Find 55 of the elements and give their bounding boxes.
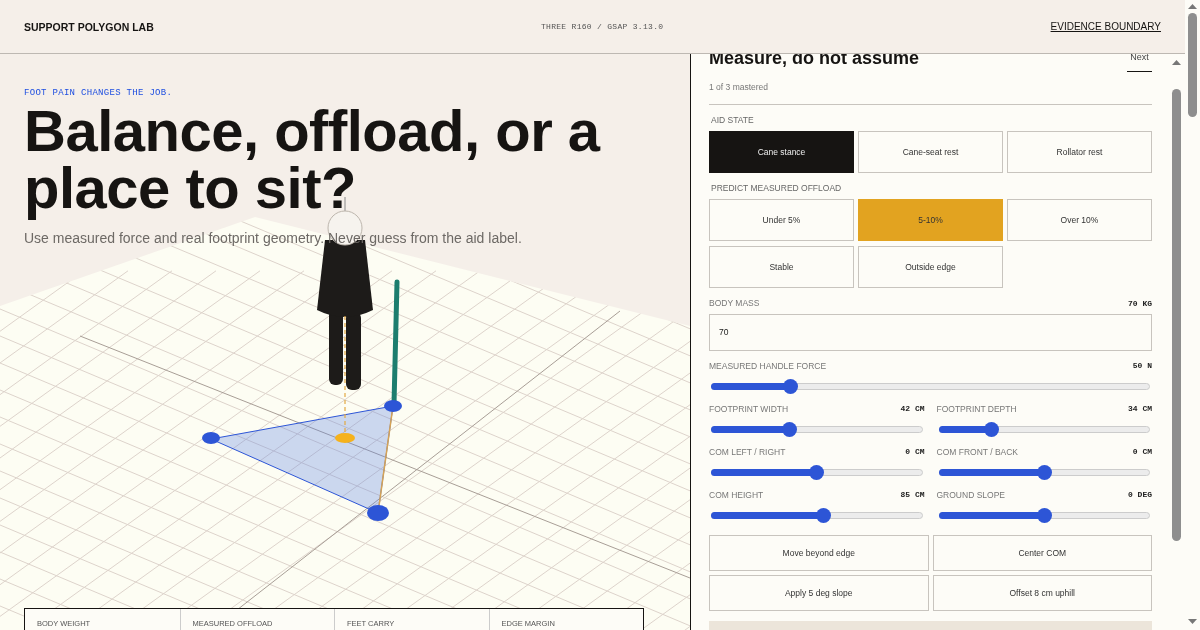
- next-button[interactable]: Next: [1127, 52, 1152, 72]
- slider-reading: 42 CM: [900, 404, 925, 414]
- slider-label: MEASURED HANDLE FORCE: [709, 360, 827, 371]
- field-label: BODY MASS: [709, 298, 760, 308]
- slider-label: COM FRONT / BACK: [936, 446, 1019, 457]
- option-button[interactable]: Cane stance: [709, 131, 854, 173]
- slider-reading: 0 CM: [1132, 447, 1152, 457]
- center-of-mass-marker: [335, 433, 355, 443]
- field-reading: 70 KG: [1128, 298, 1152, 308]
- action-button[interactable]: Center COM: [932, 534, 1152, 571]
- slider-thumb[interactable]: [783, 378, 799, 394]
- slider-reading: 0 DEG: [1128, 490, 1152, 500]
- option-button[interactable]: Under 5%: [709, 199, 854, 241]
- slider-label: FOOTPRINT WIDTH: [709, 403, 789, 414]
- slider-label: COM LEFT / RIGHT: [709, 446, 786, 457]
- slider-thumb[interactable]: [815, 507, 831, 523]
- slider-reading: 34 CM: [1128, 404, 1152, 414]
- slider-thumb[interactable]: [984, 421, 1000, 437]
- brand-name: SUPPORT POLYGON LAB: [24, 20, 154, 33]
- option-button[interactable]: Outside edge: [858, 246, 1003, 288]
- slider-reading: 50 N: [1132, 361, 1152, 371]
- scroll-down-icon[interactable]: [1188, 619, 1197, 624]
- group-label: AID STATE: [711, 115, 755, 125]
- scrollbar-thumb[interactable]: [1172, 89, 1181, 541]
- evidence-boundary-link[interactable]: EVIDENCE BOUNDARY: [1050, 21, 1161, 32]
- scrollbar-thumb[interactable]: [1188, 13, 1197, 117]
- foot-marker: [367, 505, 389, 521]
- slider-label: FOOTPRINT DEPTH: [936, 403, 1017, 414]
- slider-thumb[interactable]: [1036, 507, 1052, 523]
- eyebrow-text: FOOT PAIN CHANGES THE JOB.: [24, 88, 174, 98]
- slider-reading: 0 CM: [905, 447, 925, 457]
- option-button[interactable]: Over 10%: [1007, 199, 1152, 241]
- slider-reading: 85 CM: [900, 490, 925, 500]
- option-button[interactable]: 5-10%: [858, 199, 1003, 241]
- option-button[interactable]: Cane-seat rest: [858, 131, 1003, 173]
- progress-text: 1 of 3 mastered: [709, 82, 770, 92]
- option-button[interactable]: Stable: [709, 246, 854, 288]
- group-label: PREDICT MEASURED OFFLOAD: [711, 183, 843, 193]
- action-button[interactable]: Move beyond edge: [709, 534, 929, 571]
- version-label: THREE R160 / GSAP 3.13.0: [540, 22, 664, 31]
- slider-label: COM HEIGHT: [709, 489, 764, 500]
- subtitle: Use measured force and real footprint geometry. Never guess from the aid label.: [24, 230, 523, 246]
- slider-thumb[interactable]: [1036, 464, 1052, 480]
- scroll-up-icon[interactable]: [1172, 60, 1181, 65]
- action-button[interactable]: Offset 8 cm uphill: [932, 574, 1152, 611]
- scroll-up-icon[interactable]: [1188, 4, 1197, 9]
- body-mass-field[interactable]: 70: [709, 314, 1152, 351]
- action-button[interactable]: Apply 5 deg slope: [709, 574, 929, 611]
- foot-marker: [202, 432, 220, 444]
- slider-thumb[interactable]: [782, 421, 797, 437]
- foot-marker: [384, 400, 402, 412]
- headline: Balance, offload, or a place to sit?: [24, 98, 602, 222]
- slider-thumb[interactable]: [809, 464, 825, 480]
- option-button[interactable]: Rollator rest: [1007, 131, 1152, 173]
- slider-label: GROUND SLOPE: [936, 489, 1005, 500]
